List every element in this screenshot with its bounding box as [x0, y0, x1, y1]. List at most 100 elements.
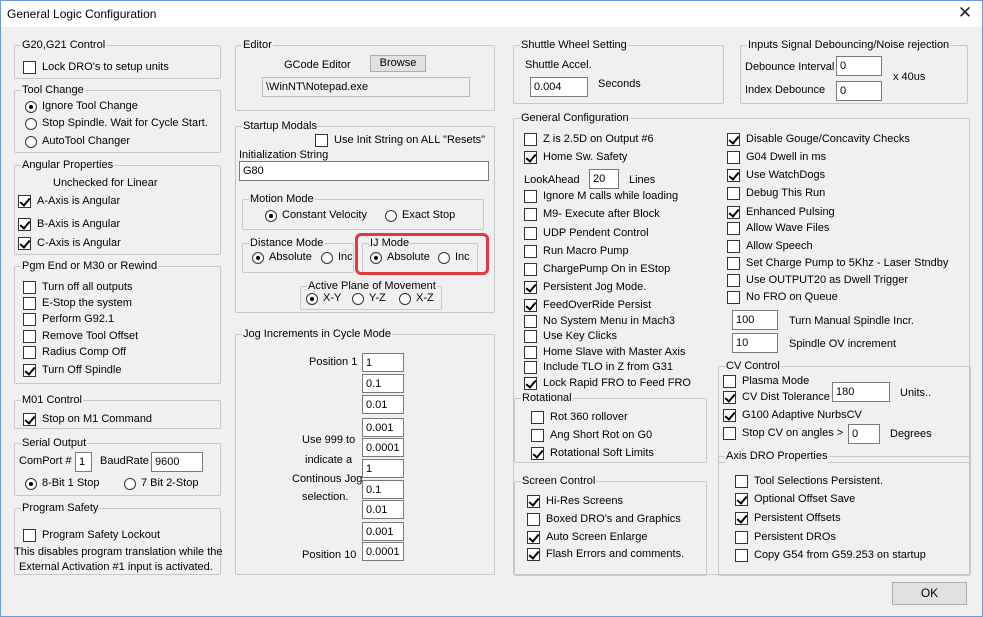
spindle-ov-input[interactable]: 10	[732, 333, 778, 353]
a-axis-angular-box[interactable]	[18, 195, 31, 208]
enhanced-pulsing-checkbox[interactable]: Enhanced Pulsing	[727, 206, 835, 219]
plane-xy-radio[interactable]	[306, 293, 318, 305]
persistent-offsets-checkbox[interactable]: Persistent Offsets	[735, 512, 841, 525]
persistent-dros-box[interactable]	[735, 531, 748, 544]
browse-button[interactable]: Browse	[370, 55, 426, 72]
a-axis-angular-checkbox[interactable]: A-Axis is Angular	[18, 195, 120, 208]
distance-inc-radio[interactable]	[321, 252, 333, 264]
udp-pendent-box[interactable]	[524, 227, 537, 240]
plasma-mode-box[interactable]	[723, 375, 736, 388]
stop-on-m1-box[interactable]	[23, 413, 36, 426]
pgm-end-g92-box[interactable]	[23, 313, 36, 326]
pgm-end-remove-tool-offset-checkbox[interactable]: Remove Tool Offset	[23, 330, 138, 343]
disable-gouge-checkbox[interactable]: Disable Gouge/Concavity Checks	[727, 133, 910, 146]
flash-errors-box[interactable]	[527, 548, 540, 561]
c-axis-angular-box[interactable]	[18, 237, 31, 250]
run-macro-pump-box[interactable]	[524, 245, 537, 258]
program-safety-lockout-box[interactable]	[23, 529, 36, 542]
serial-8bit-radio[interactable]	[25, 478, 37, 490]
g100-nurbscv-checkbox[interactable]: G100 Adaptive NurbsCV	[723, 409, 862, 422]
use-key-clicks-box[interactable]	[524, 330, 537, 343]
distance-absolute-option[interactable]: Absolute	[252, 251, 312, 264]
g04-dwell-box[interactable]	[727, 151, 740, 164]
lock-dro-box[interactable]	[23, 61, 36, 74]
m9-execute-box[interactable]	[524, 208, 537, 221]
plane-xz-option[interactable]: X-Z	[399, 292, 434, 305]
hi-res-screens-checkbox[interactable]: Hi-Res Screens	[527, 495, 623, 508]
init-string-input[interactable]: G80	[239, 161, 489, 181]
cv-dist-tolerance-box[interactable]	[723, 391, 736, 404]
shuttle-accel-input[interactable]: 0.004	[530, 77, 588, 97]
serial-7bit-option[interactable]: 7 Bit 2-Stop	[124, 477, 198, 490]
plasma-mode-checkbox[interactable]: Plasma Mode	[723, 375, 809, 388]
jog-value-1[interactable]: 1	[362, 353, 404, 372]
jog-value-8[interactable]: 0.01	[362, 500, 404, 519]
home-slave-box[interactable]	[524, 346, 537, 359]
cv-dist-tolerance-checkbox[interactable]: CV Dist Tolerance	[723, 391, 830, 404]
feedoverride-persist-box[interactable]	[524, 299, 537, 312]
tool-change-radio-auto[interactable]	[25, 136, 37, 148]
lock-rapid-fro-box[interactable]	[524, 377, 537, 390]
persistent-jog-box[interactable]	[524, 281, 537, 294]
home-sw-safety-checkbox[interactable]: Home Sw. Safety	[524, 151, 627, 164]
udp-pendent-checkbox[interactable]: UDP Pendent Control	[524, 227, 649, 240]
pgm-end-estop-box[interactable]	[23, 297, 36, 310]
no-system-menu-box[interactable]	[524, 315, 537, 328]
tool-change-option-ignore[interactable]: Ignore Tool Change	[25, 100, 138, 113]
stop-cv-angles-input[interactable]: 0	[848, 424, 880, 444]
pgm-end-turn-off-spindle-checkbox[interactable]: Turn Off Spindle	[23, 364, 122, 377]
feedoverride-persist-checkbox[interactable]: FeedOverRide Persist	[524, 299, 651, 312]
run-macro-pump-checkbox[interactable]: Run Macro Pump	[524, 245, 629, 258]
pgm-end-turn-off-outputs-box[interactable]	[23, 281, 36, 294]
home-slave-checkbox[interactable]: Home Slave with Master Axis	[524, 346, 685, 359]
serial-8bit-option[interactable]: 8-Bit 1 Stop	[25, 477, 99, 490]
distance-absolute-radio[interactable]	[252, 252, 264, 264]
lock-dro-checkbox[interactable]: Lock DRO's to setup units	[23, 61, 169, 74]
plane-xy-option[interactable]: X-Y	[306, 292, 341, 305]
jog-value-9[interactable]: 0.001	[362, 522, 404, 541]
distance-inc-option[interactable]: Inc	[321, 251, 353, 264]
ignore-m-calls-checkbox[interactable]: Ignore M calls while loading	[524, 190, 678, 203]
jog-value-4[interactable]: 0.001	[362, 418, 404, 437]
enhanced-pulsing-box[interactable]	[727, 206, 740, 219]
stop-cv-angles-checkbox[interactable]: Stop CV on angles >	[723, 427, 843, 440]
allow-speech-checkbox[interactable]: Allow Speech	[727, 240, 813, 253]
allow-wave-files-checkbox[interactable]: Allow Wave Files	[727, 222, 829, 235]
rotational-soft-limits-checkbox[interactable]: Rotational Soft Limits	[531, 447, 654, 460]
use-output20-checkbox[interactable]: Use OUTPUT20 as Dwell Trigger	[727, 274, 908, 287]
pgm-end-radius-comp-checkbox[interactable]: Radius Comp Off	[23, 346, 126, 359]
ang-short-rot-checkbox[interactable]: Ang Short Rot on G0	[531, 429, 652, 442]
plane-xz-radio[interactable]	[399, 293, 411, 305]
include-tlo-checkbox[interactable]: Include TLO in Z from G31	[524, 361, 673, 374]
jog-value-7[interactable]: 0.1	[362, 480, 404, 499]
z-25d-box[interactable]	[524, 133, 537, 146]
rotational-soft-limits-box[interactable]	[531, 447, 544, 460]
pgm-end-turn-off-outputs-checkbox[interactable]: Turn off all outputs	[23, 281, 133, 294]
copy-g54-checkbox[interactable]: Copy G54 from G59.253 on startup	[735, 549, 926, 562]
no-system-menu-checkbox[interactable]: No System Menu in Mach3	[524, 315, 675, 328]
motion-constant-velocity-option[interactable]: Constant Velocity	[265, 209, 367, 222]
ignore-m-calls-box[interactable]	[524, 190, 537, 203]
use-key-clicks-checkbox[interactable]: Use Key Clicks	[524, 330, 617, 343]
tool-change-option-auto[interactable]: AutoTool Changer	[25, 135, 130, 148]
allow-speech-box[interactable]	[727, 240, 740, 253]
boxed-dros-box[interactable]	[527, 513, 540, 526]
disable-gouge-box[interactable]	[727, 133, 740, 146]
program-safety-lockout-checkbox[interactable]: Program Safety Lockout	[23, 529, 160, 542]
jog-value-2[interactable]: 0.1	[362, 374, 404, 393]
allow-wave-files-box[interactable]	[727, 222, 740, 235]
copy-g54-box[interactable]	[735, 549, 748, 562]
persistent-jog-checkbox[interactable]: Persistent Jog Mode.	[524, 281, 646, 294]
pgm-end-g92-checkbox[interactable]: Perform G92.1	[23, 313, 114, 326]
stop-on-m1-checkbox[interactable]: Stop on M1 Command	[23, 413, 152, 426]
jog-value-3[interactable]: 0.01	[362, 395, 404, 414]
tool-selections-persistent-checkbox[interactable]: Tool Selections Persistent.	[735, 475, 883, 488]
pgm-end-turn-off-spindle-box[interactable]	[23, 364, 36, 377]
chargepump-estop-box[interactable]	[524, 263, 537, 276]
close-button[interactable]: ✕	[948, 1, 982, 27]
tool-change-option-stop-spindle[interactable]: Stop Spindle. Wait for Cycle Start.	[25, 117, 208, 130]
rot-360-rollover-checkbox[interactable]: Rot 360 rollover	[531, 411, 628, 424]
m9-execute-checkbox[interactable]: M9- Execute after Block	[524, 208, 660, 221]
serial-7bit-radio[interactable]	[124, 478, 136, 490]
plane-yz-radio[interactable]	[352, 293, 364, 305]
